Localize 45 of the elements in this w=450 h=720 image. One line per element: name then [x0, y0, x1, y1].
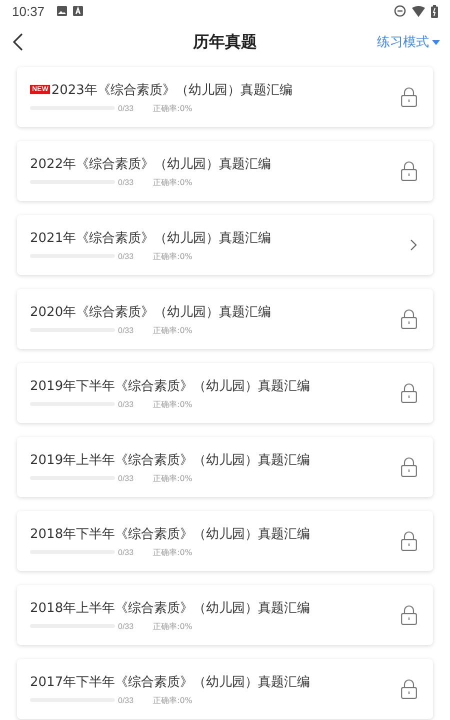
- paper-card[interactable]: 2022年《综合素质》（幼儿园）真题汇编 0/33 正确率:0%: [17, 141, 433, 201]
- paper-title: 2017年下半年《综合素质》（幼儿园）真题汇编: [30, 674, 310, 690]
- progress-count: 0/33: [118, 104, 135, 112]
- page-title: 历年真题: [193, 32, 257, 52]
- paper-card[interactable]: 2019年下半年《综合素质》（幼儿园）真题汇编 0/33 正确率:0%: [17, 363, 433, 423]
- paper-title: 2023年《综合素质》（幼儿园）真题汇编: [51, 82, 292, 98]
- wifi-icon: [412, 6, 425, 16]
- paper-title: 2020年《综合素质》（幼儿园）真题汇编: [30, 304, 272, 320]
- paper-title: 2019年上半年《综合素质》（幼儿园）真题汇编: [30, 452, 310, 468]
- app-icon: [72, 6, 83, 16]
- accuracy-text: 正确率:0%: [153, 472, 192, 484]
- caret-icon: [432, 40, 440, 44]
- progress-count: 0/33: [118, 178, 135, 186]
- paper-title: 2019年下半年《综合素质》（幼儿园）真题汇编: [30, 378, 310, 394]
- paper-card[interactable]: 2017年下半年《综合素质》（幼儿园）真题汇编 0/33 正确率:0%: [17, 659, 433, 719]
- accuracy-text: 正确率:0%: [153, 176, 192, 188]
- image-icon: [56, 6, 67, 16]
- accuracy-text: 正确率:0%: [153, 620, 192, 632]
- accuracy-text: 正确率:0%: [153, 324, 192, 336]
- accuracy-text: 正确率:0%: [153, 102, 192, 114]
- progress-count: 0/33: [118, 622, 135, 630]
- paper-title: 2021年《综合素质》（幼儿园）真题汇编: [30, 230, 272, 246]
- progress-count: 0/33: [118, 400, 135, 408]
- paper-title: 2018年上半年《综合素质》（幼儿园）真题汇编: [30, 600, 310, 616]
- paper-card[interactable]: 2021年《综合素质》（幼儿园）真题汇编 0/33 正确率:0%: [17, 215, 433, 275]
- progress-count: 0/33: [118, 252, 135, 260]
- back-icon[interactable]: [13, 33, 23, 51]
- accuracy-text: 正确率:0%: [153, 250, 192, 262]
- progress-count: 0/33: [118, 326, 135, 334]
- paper-card[interactable]: 2018年上半年《综合素质》（幼儿园）真题汇编 0/33 正确率:0%: [17, 585, 433, 645]
- accuracy-text: 正确率:0%: [153, 546, 192, 558]
- status-time: 10:37: [12, 4, 45, 18]
- progress-count: 0/33: [118, 548, 135, 556]
- paper-card[interactable]: 2020年《综合素质》（幼儿园）真题汇编 0/33 正确率:0%: [17, 289, 433, 349]
- progress-count: 0/33: [118, 696, 135, 704]
- paper-title: 2018年下半年《综合素质》（幼儿园）真题汇编: [30, 526, 310, 542]
- accuracy-text: 正确率:0%: [153, 694, 192, 706]
- accuracy-text: 正确率:0%: [153, 398, 192, 410]
- paper-card[interactable]: 2018年下半年《综合素质》（幼儿园）真题汇编 0/33 正确率:0%: [17, 511, 433, 571]
- paper-card[interactable]: 2019年上半年《综合素质》（幼儿园）真题汇编 0/33 正确率:0%: [17, 437, 433, 497]
- practice-mode-dropdown[interactable]: 练习模式: [377, 33, 440, 51]
- paper-title: 2022年《综合素质》（幼儿园）真题汇编: [30, 156, 272, 172]
- do-not-disturb-icon: [394, 5, 406, 17]
- progress-count: 0/33: [118, 474, 135, 482]
- battery-icon: [431, 4, 438, 18]
